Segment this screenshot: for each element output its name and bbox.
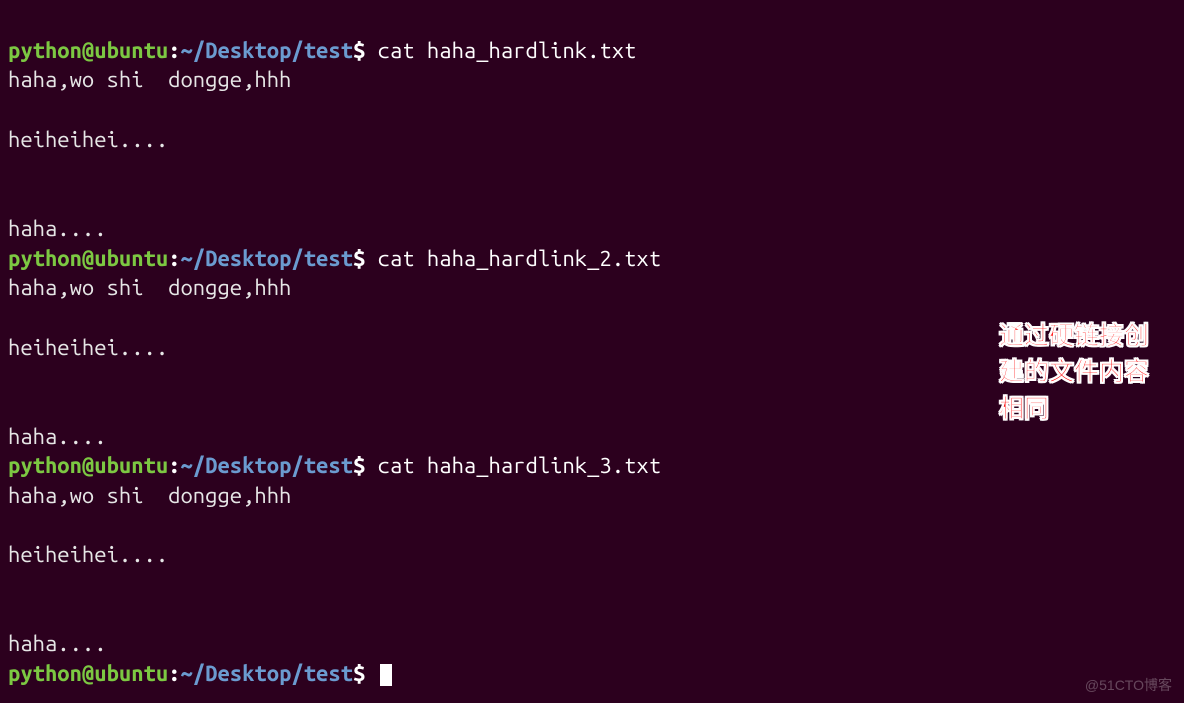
command-3: cat haha_hardlink_3.txt <box>378 453 661 478</box>
output-1-0: haha,wo shi dongge,hhh <box>8 67 291 92</box>
cursor[interactable] <box>380 664 392 686</box>
annotation-line-3: 相同 <box>999 391 1149 427</box>
output-3-2: heiheihei.... <box>8 542 168 567</box>
annotation-line-2: 建的文件内容 <box>999 354 1149 390</box>
output-3-0: haha,wo shi dongge,hhh <box>8 483 291 508</box>
prompt-user: python <box>8 38 82 63</box>
prompt-line-1: python@ubuntu:~/Desktop/test$ <box>8 38 365 63</box>
prompt-dollar: $ <box>353 38 365 63</box>
prompt-host: ubuntu <box>94 38 168 63</box>
command-2: cat haha_hardlink_2.txt <box>378 246 661 271</box>
output-1-5: haha.... <box>8 216 107 241</box>
prompt-colon: : <box>168 38 180 63</box>
prompt-tilde: ~ <box>181 38 193 63</box>
watermark: @51CTO博客 <box>1085 676 1172 695</box>
output-2-2: heiheihei.... <box>8 335 168 360</box>
output-2-5: haha.... <box>8 424 107 449</box>
annotation-line-1: 通过硬链接创 <box>999 318 1149 354</box>
output-1-2: heiheihei.... <box>8 127 168 152</box>
prompt-at: @ <box>82 38 94 63</box>
command-1: cat haha_hardlink.txt <box>378 38 637 63</box>
annotation-callout: 通过硬链接创 建的文件内容 相同 <box>999 318 1149 427</box>
prompt-path: /Desktop/test <box>193 38 353 63</box>
prompt-line-3: python@ubuntu:~/Desktop/test$ <box>8 453 365 478</box>
output-2-0: haha,wo shi dongge,hhh <box>8 275 291 300</box>
prompt-line-2: python@ubuntu:~/Desktop/test$ <box>8 246 365 271</box>
output-3-5: haha.... <box>8 631 107 656</box>
prompt-line-4: python@ubuntu:~/Desktop/test$ <box>8 661 365 686</box>
